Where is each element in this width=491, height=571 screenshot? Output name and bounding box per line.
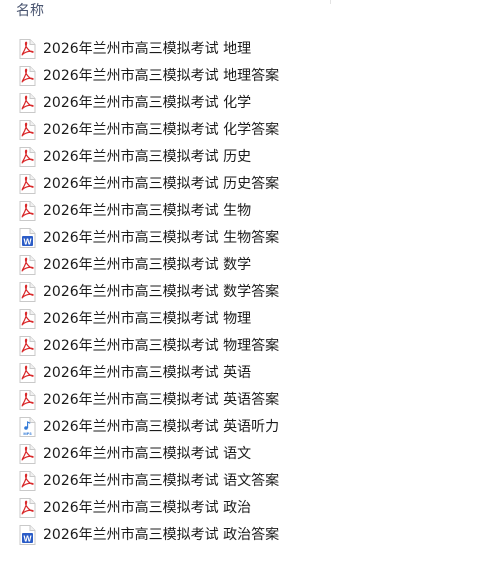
file-name: 2026年兰州市高三模拟考试 语文 xyxy=(43,445,252,462)
file-row[interactable]: 2026年兰州市高三模拟考试 化学答案 xyxy=(0,116,491,143)
file-name: 2026年兰州市高三模拟考试 化学答案 xyxy=(43,121,280,138)
pdf-icon xyxy=(19,470,36,491)
file-name: 2026年兰州市高三模拟考试 历史 xyxy=(43,148,252,165)
file-row[interactable]: 2026年兰州市高三模拟考试 英语答案 xyxy=(0,386,491,413)
pdf-icon xyxy=(19,497,36,518)
svg-text:MP3: MP3 xyxy=(23,431,32,436)
pdf-icon xyxy=(19,173,36,194)
file-row[interactable]: 2026年兰州市高三模拟考试 历史 xyxy=(0,143,491,170)
file-row[interactable]: 2026年兰州市高三模拟考试 物理 xyxy=(0,305,491,332)
file-name: 2026年兰州市高三模拟考试 地理 xyxy=(43,40,252,57)
name-column-label: 名称 xyxy=(16,3,44,19)
pdf-icon xyxy=(19,65,36,86)
pdf-icon xyxy=(19,119,36,140)
file-row[interactable]: 2026年兰州市高三模拟考试 英语 xyxy=(0,359,491,386)
file-name: 2026年兰州市高三模拟考试 生物 xyxy=(43,202,252,219)
file-name: 2026年兰州市高三模拟考试 语文答案 xyxy=(43,472,280,489)
file-row[interactable]: 2026年兰州市高三模拟考试 数学答案 xyxy=(0,278,491,305)
file-row[interactable]: 2026年兰州市高三模拟考试 地理 xyxy=(0,35,491,62)
file-name: 2026年兰州市高三模拟考试 物理答案 xyxy=(43,337,280,354)
file-name: 2026年兰州市高三模拟考试 历史答案 xyxy=(43,175,280,192)
pdf-icon xyxy=(19,362,36,383)
name-column-header[interactable]: 名称 xyxy=(16,0,44,26)
file-row[interactable]: W 2026年兰州市高三模拟考试 生物答案 xyxy=(0,224,491,251)
word-doc-icon: W xyxy=(19,227,36,248)
pdf-icon xyxy=(19,92,36,113)
file-name: 2026年兰州市高三模拟考试 化学 xyxy=(43,94,252,111)
file-row[interactable]: 2026年兰州市高三模拟考试 语文答案 xyxy=(0,467,491,494)
file-name: 2026年兰州市高三模拟考试 英语 xyxy=(43,364,252,381)
file-name: 2026年兰州市高三模拟考试 英语听力 xyxy=(43,418,280,435)
file-list: 2026年兰州市高三模拟考试 地理 2026年兰州市高三模拟考试 地理答案 2026… xyxy=(0,35,491,548)
file-row[interactable]: 2026年兰州市高三模拟考试 语文 xyxy=(0,440,491,467)
mp3-audio-icon: MP3 xyxy=(19,416,36,437)
file-row[interactable]: 2026年兰州市高三模拟考试 化学 xyxy=(0,89,491,116)
file-row[interactable]: 2026年兰州市高三模拟考试 生物 xyxy=(0,197,491,224)
file-name: 2026年兰州市高三模拟考试 生物答案 xyxy=(43,229,280,246)
pdf-icon xyxy=(19,254,36,275)
svg-text:W: W xyxy=(23,236,32,246)
file-name: 2026年兰州市高三模拟考试 地理答案 xyxy=(43,67,280,84)
pdf-icon xyxy=(19,38,36,59)
file-name: 2026年兰州市高三模拟考试 英语答案 xyxy=(43,391,280,408)
column-divider[interactable] xyxy=(330,0,331,4)
file-row[interactable]: 2026年兰州市高三模拟考试 物理答案 xyxy=(0,332,491,359)
pdf-icon xyxy=(19,389,36,410)
word-doc-icon: W xyxy=(19,524,36,545)
pdf-icon xyxy=(19,200,36,221)
file-row[interactable]: 2026年兰州市高三模拟考试 地理答案 xyxy=(0,62,491,89)
pdf-icon xyxy=(19,443,36,464)
file-row[interactable]: 2026年兰州市高三模拟考试 历史答案 xyxy=(0,170,491,197)
pdf-icon xyxy=(19,281,36,302)
pdf-icon xyxy=(19,335,36,356)
file-name: 2026年兰州市高三模拟考试 政治 xyxy=(43,499,252,516)
file-row[interactable]: 2026年兰州市高三模拟考试 政治 xyxy=(0,494,491,521)
file-name: 2026年兰州市高三模拟考试 政治答案 xyxy=(43,526,280,543)
pdf-icon xyxy=(19,308,36,329)
file-name: 2026年兰州市高三模拟考试 数学 xyxy=(43,256,252,273)
pdf-icon xyxy=(19,146,36,167)
file-name: 2026年兰州市高三模拟考试 物理 xyxy=(43,310,252,327)
file-row[interactable]: W 2026年兰州市高三模拟考试 政治答案 xyxy=(0,521,491,548)
file-row[interactable]: MP3 2026年兰州市高三模拟考试 英语听力 xyxy=(0,413,491,440)
svg-text:W: W xyxy=(23,533,32,543)
file-row[interactable]: 2026年兰州市高三模拟考试 数学 xyxy=(0,251,491,278)
file-name: 2026年兰州市高三模拟考试 数学答案 xyxy=(43,283,280,300)
